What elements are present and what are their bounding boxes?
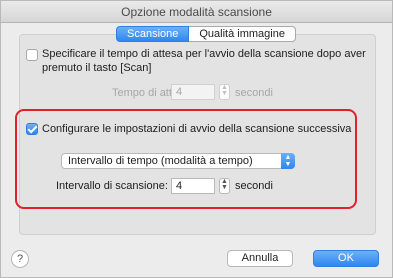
help-button[interactable]: ? xyxy=(11,250,29,268)
cancel-button[interactable]: Annulla xyxy=(227,250,293,267)
ok-button[interactable]: OK xyxy=(313,250,379,267)
wait-time-unit: secondi xyxy=(235,87,273,99)
tab-bar: Scansione Qualità immagine xyxy=(116,26,296,42)
dialog-window: Opzione modalità scansione Scansione Qua… xyxy=(0,0,393,278)
tab-qualita-immagine[interactable]: Qualità immagine xyxy=(189,26,296,42)
wait-time-label-line1: Specificare il tempo di attesa per l'avv… xyxy=(42,48,366,60)
window-title: Opzione modalità scansione xyxy=(1,1,392,23)
wait-time-checkbox[interactable] xyxy=(26,49,38,61)
highlight-frame xyxy=(15,109,357,209)
wait-time-label-line2: premuto il tasto [Scan] xyxy=(42,62,152,74)
wait-time-input[interactable]: 4 xyxy=(171,84,215,100)
tab-scansione[interactable]: Scansione xyxy=(116,26,190,42)
wait-time-stepper[interactable]: ▲ ▼ xyxy=(219,84,230,100)
